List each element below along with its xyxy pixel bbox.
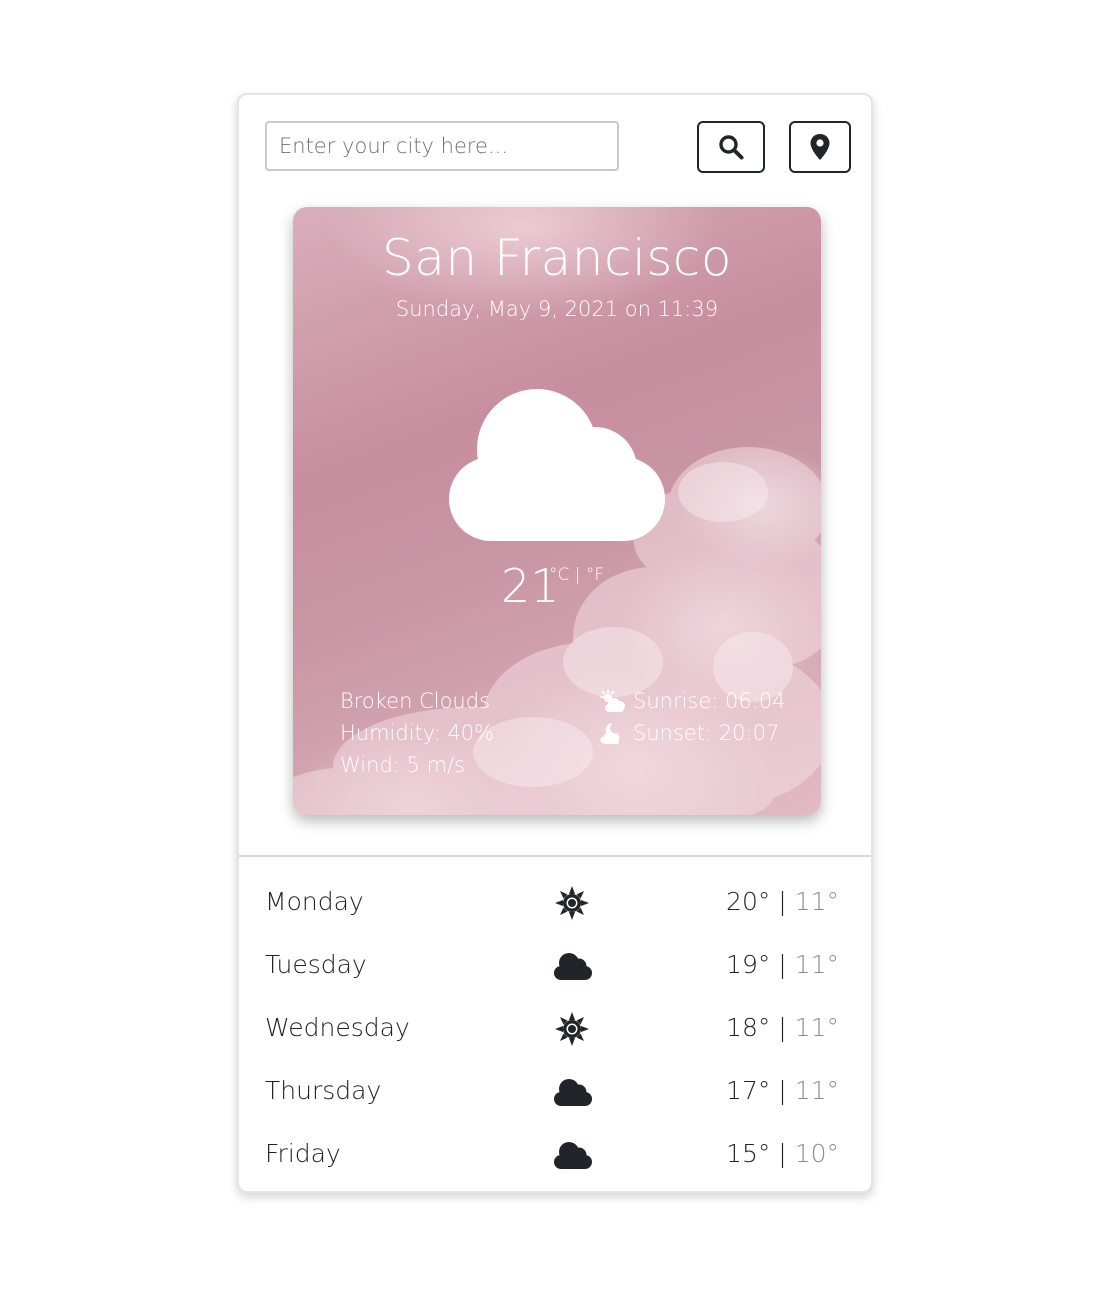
forecast-day: Wednesday [265, 1013, 410, 1042]
forecast-temps: 20° | 11° [726, 887, 839, 916]
sunset-time: Sunset: 20:07 [633, 721, 780, 745]
humidity: Humidity: 40% [340, 721, 495, 745]
forecast-row-friday: Friday 15° | 10° [239, 1125, 871, 1188]
unit-toggle[interactable]: °C | °F [549, 565, 604, 585]
weather-description: Broken Clouds [340, 689, 491, 713]
forecast-row-thursday: Thursday 17° | 11° [239, 1062, 871, 1125]
sun-times: Sunrise: 06:04 Sunset: 20:07 [599, 685, 786, 749]
sunrise-icon [600, 689, 625, 712]
forecast-list: Monday 20° | 11° Tuesday 19° | 11° Wedne… [239, 873, 871, 1188]
forecast-temps: 18° | 11° [726, 1013, 839, 1042]
cloud-icon [554, 1142, 592, 1169]
search-button[interactable] [697, 121, 765, 173]
forecast-low: 11° [794, 887, 839, 916]
city-search-input[interactable] [265, 121, 619, 171]
current-datetime: Sunday, May 9, 2021 on 11:39 [395, 297, 719, 321]
forecast-high: 20° [726, 887, 771, 916]
weather-details: Broken Clouds Humidity: 40% Wind: 5 m/s [340, 685, 494, 781]
sunset-row: Sunset: 20:07 [599, 717, 786, 749]
forecast-temps: 15° | 10° [726, 1139, 839, 1168]
forecast-day: Friday [265, 1139, 341, 1168]
weather-app: San Francisco Sunday, May 9, 2021 on 11:… [237, 93, 873, 1193]
forecast-low: 11° [794, 1013, 839, 1042]
sunrise-time: Sunrise: 06:04 [633, 689, 786, 713]
forecast-row-wednesday: Wednesday 18° | 11° [239, 999, 871, 1062]
forecast-temps: 19° | 11° [726, 950, 839, 979]
city-name: San Francisco [382, 229, 732, 287]
section-divider [239, 855, 871, 857]
forecast-day: Monday [265, 887, 364, 916]
forecast-low: 11° [794, 950, 839, 979]
sunset-icon [600, 722, 620, 744]
sun-icon [555, 1012, 589, 1046]
forecast-low: 11° [794, 1076, 839, 1105]
cloud-icon [554, 953, 592, 980]
forecast-high: 19° [726, 950, 771, 979]
current-weather-card: San Francisco Sunday, May 9, 2021 on 11:… [293, 207, 821, 815]
forecast-low: 10° [794, 1139, 839, 1168]
forecast-day: Tuesday [265, 950, 367, 979]
sun-icon [555, 886, 589, 920]
forecast-temps: 17° | 11° [726, 1076, 839, 1105]
forecast-row-tuesday: Tuesday 19° | 11° [239, 936, 871, 999]
wind-speed: Wind: 5 m/s [340, 753, 466, 777]
forecast-day: Thursday [265, 1076, 382, 1105]
cloud-icon [449, 389, 665, 541]
sunrise-row: Sunrise: 06:04 [599, 685, 786, 717]
cloud-icon [554, 1079, 592, 1106]
search-icon [719, 135, 744, 160]
forecast-high: 17° [726, 1076, 771, 1105]
forecast-high: 15° [726, 1139, 771, 1168]
map-marker-icon [810, 134, 830, 160]
forecast-high: 18° [726, 1013, 771, 1042]
forecast-row-monday: Monday 20° | 11° [239, 873, 871, 936]
current-location-button[interactable] [789, 121, 851, 173]
